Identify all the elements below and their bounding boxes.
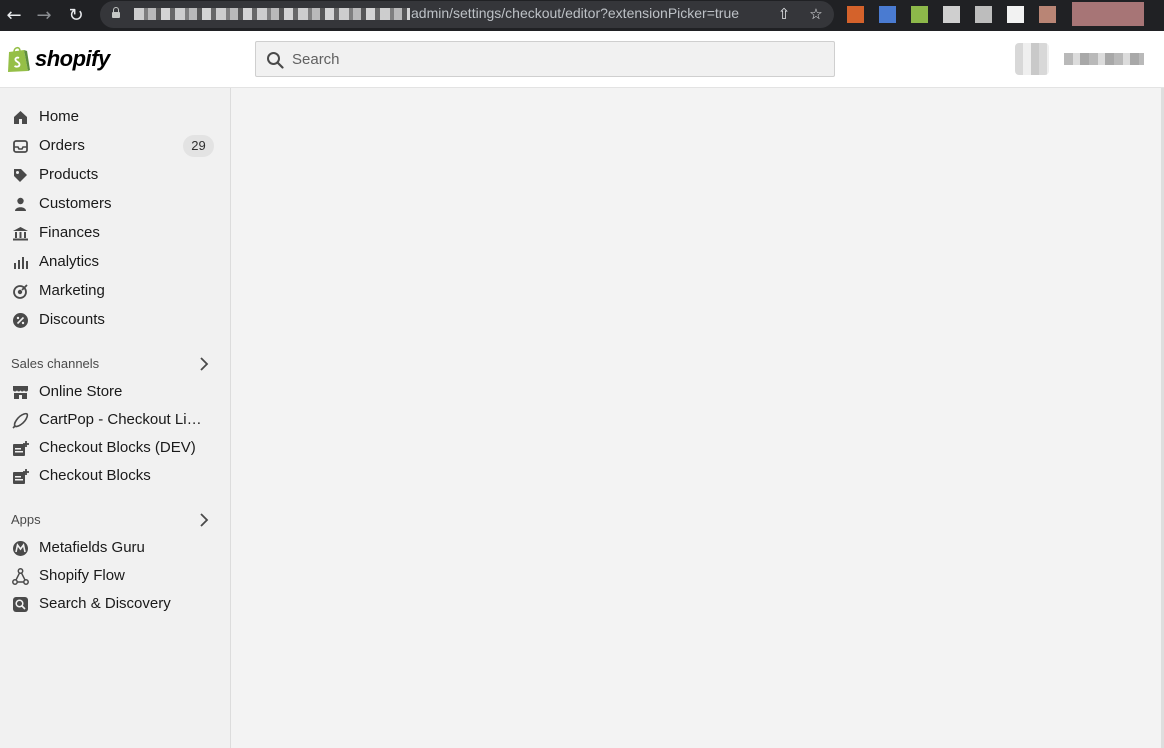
orders-icon <box>13 140 28 153</box>
sidebar-item-orders[interactable]: Orders 29 <box>0 132 230 160</box>
sidebar-item-home[interactable]: Home <box>0 103 230 131</box>
extension-icon[interactable] <box>943 6 960 23</box>
sidebar-item-label: CartPop - Checkout Links <box>39 411 207 428</box>
redacted-store-name[interactable] <box>1064 53 1144 65</box>
browser-toolbar: ← → ↻ admin/settings/checkout/editor?ext… <box>0 0 1164 31</box>
tag-icon <box>14 169 27 182</box>
sidebar-item-shopify-flow[interactable]: Shopify Flow <box>0 562 230 590</box>
sidebar-item-label: Online Store <box>39 383 123 400</box>
shopify-bag-icon <box>8 46 30 72</box>
logo-text: shopify <box>35 46 110 71</box>
sidebar-item-label: Marketing <box>39 282 105 299</box>
lock-icon <box>112 7 120 18</box>
extension-icon[interactable] <box>1007 6 1024 23</box>
sidebar-item-label: Discounts <box>39 311 105 328</box>
extension-icon[interactable] <box>1039 6 1056 23</box>
store-icon <box>13 386 28 399</box>
chevron-right-icon[interactable] <box>198 357 210 371</box>
extension-icon[interactable] <box>911 6 928 23</box>
sidebar-item-metafields-guru[interactable]: Metafields Guru <box>0 534 230 562</box>
target-icon <box>13 284 28 299</box>
home-icon <box>14 111 27 124</box>
sidebar-nav: Home Orders 29 Products Customers Financ… <box>0 88 231 748</box>
share-icon[interactable]: ⇧ <box>774 4 794 24</box>
admin-topbar: shopify <box>0 31 1164 88</box>
redacted-domain <box>134 8 410 20</box>
bookmark-star-icon[interactable]: ☆ <box>806 4 826 24</box>
orders-count-badge: 29 <box>183 135 214 157</box>
chevron-right-icon[interactable] <box>198 513 210 527</box>
metafields-guru-icon <box>13 541 28 556</box>
sidebar-item-marketing[interactable]: Marketing <box>0 277 230 305</box>
extension-icon[interactable] <box>879 6 896 23</box>
sidebar-item-label: Home <box>39 108 80 125</box>
main-content <box>231 88 1164 748</box>
bar-chart-icon <box>14 257 28 269</box>
search-input[interactable] <box>292 42 822 76</box>
profile-avatar[interactable] <box>1072 2 1144 26</box>
forward-arrow-icon[interactable]: → <box>32 3 56 27</box>
sidebar-item-discounts[interactable]: Discounts <box>0 306 230 334</box>
sales-channels-heading: Sales channels <box>11 356 100 371</box>
extension-icon[interactable] <box>847 6 864 23</box>
sidebar-item-label: Finances <box>39 224 100 241</box>
sidebar-item-label: Products <box>39 166 99 183</box>
sidebar-item-search-discovery[interactable]: Search & Discovery <box>0 590 230 618</box>
sidebar-item-checkout-blocks[interactable]: Checkout Blocks <box>0 462 230 490</box>
flow-icon <box>12 568 29 585</box>
cartpop-icon <box>12 412 29 429</box>
store-avatar[interactable] <box>1015 43 1049 75</box>
sidebar-item-online-store[interactable]: Online Store <box>0 378 230 406</box>
search-bar[interactable] <box>255 41 835 77</box>
sidebar-item-analytics[interactable]: Analytics <box>0 248 230 276</box>
extension-icon[interactable] <box>975 6 992 23</box>
sidebar-item-label: Checkout Blocks (DEV) <box>39 439 196 456</box>
search-icon <box>267 52 284 69</box>
sidebar-item-cartpop[interactable]: CartPop - Checkout Links <box>0 406 230 434</box>
discount-icon <box>13 313 28 328</box>
sidebar-item-finances[interactable]: Finances <box>0 219 230 247</box>
sidebar-item-label: Checkout Blocks <box>39 467 151 484</box>
search-discovery-icon <box>13 597 28 612</box>
checkout-blocks-icon <box>13 469 29 484</box>
reload-icon[interactable]: ↻ <box>64 3 88 27</box>
address-bar[interactable]: admin/settings/checkout/editor?extension… <box>100 1 834 28</box>
shopify-logo[interactable]: shopify <box>6 45 110 73</box>
sidebar-item-customers[interactable]: Customers <box>0 190 230 218</box>
checkout-blocks-icon <box>13 441 29 456</box>
sidebar-item-label: Customers <box>39 195 112 212</box>
sidebar-item-checkout-blocks-dev[interactable]: Checkout Blocks (DEV) <box>0 434 230 462</box>
sidebar-item-label: Shopify Flow <box>39 567 125 584</box>
sidebar-item-label: Search & Discovery <box>39 595 171 612</box>
sidebar-item-label: Orders <box>39 137 85 154</box>
bank-icon <box>13 227 28 241</box>
url-text: admin/settings/checkout/editor?extension… <box>411 5 740 21</box>
back-arrow-icon[interactable]: ← <box>2 3 26 27</box>
person-icon <box>15 197 26 211</box>
sidebar-item-label: Analytics <box>39 253 100 270</box>
sidebar-item-products[interactable]: Products <box>0 161 230 189</box>
apps-heading: Apps <box>11 512 41 527</box>
sidebar-item-label: Metafields Guru <box>39 539 145 556</box>
